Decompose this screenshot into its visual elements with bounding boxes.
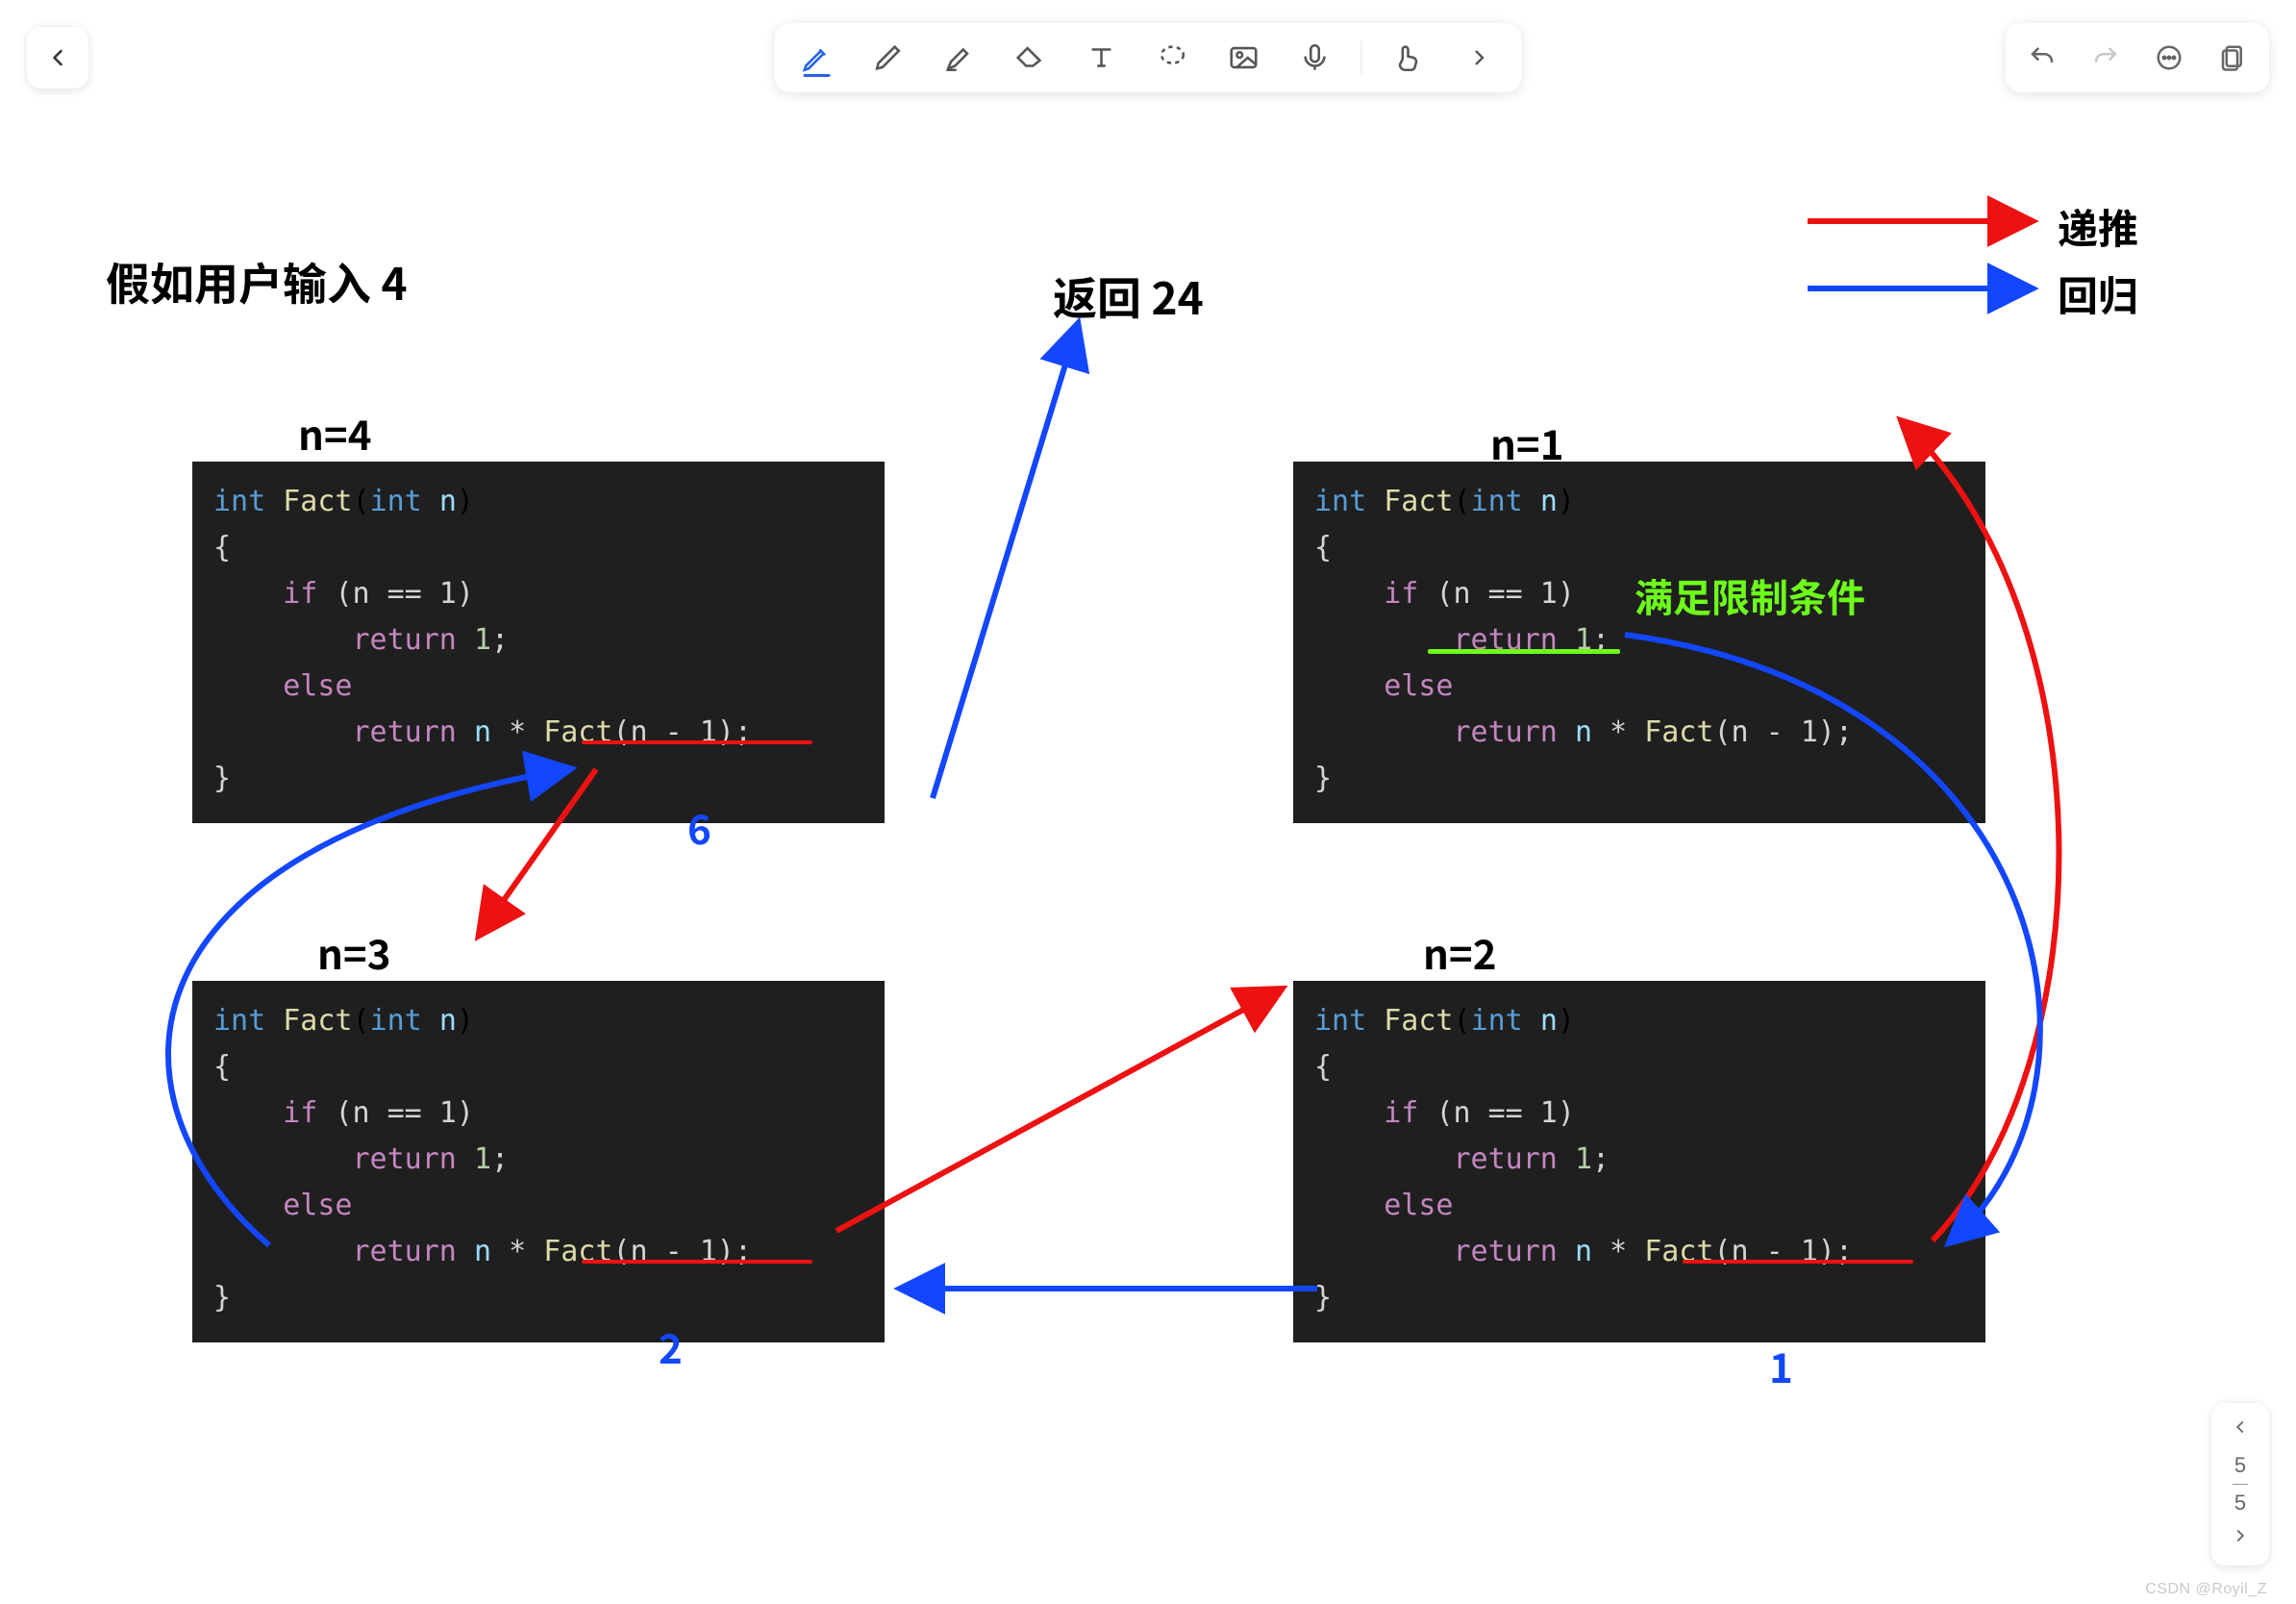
box-n3-title: n=3 [317, 923, 390, 982]
heading-text: 假如用户输入 4 [106, 250, 408, 313]
code-box-n1: int Fact(int n) { if (n == 1) return 1; … [1293, 462, 1985, 823]
code-box-n2: int Fact(int n) { if (n == 1) return 1; … [1293, 981, 1985, 1342]
result-label: 返回 24 [1053, 264, 1204, 328]
page-next[interactable] [2226, 1521, 2255, 1556]
canvas[interactable]: 假如用户输入 4 递推 回归 返回 24 n=4 int Fact(int n)… [0, 0, 2296, 1604]
code-box-n4: int Fact(int n) { if (n == 1) return 1; … [192, 462, 885, 823]
value-n2: 1 [1769, 1337, 1793, 1395]
underline-n1-green [1428, 649, 1620, 654]
page-separator [2233, 1484, 2248, 1485]
value-n4: 6 [687, 798, 711, 857]
value-n3: 2 [659, 1317, 683, 1376]
legend-blue-label: 回归 [2058, 264, 2138, 323]
green-note: 满足限制条件 [1635, 567, 1865, 623]
page-total: 5 [2234, 1491, 2246, 1516]
box-n4-title: n=4 [298, 404, 371, 463]
watermark: CSDN @Royil_Z [2145, 1581, 2267, 1598]
box-n2-title: n=2 [1423, 923, 1496, 982]
page-nav: 5 5 [2211, 1403, 2269, 1566]
code-box-n3: int Fact(int n) { if (n == 1) return 1; … [192, 981, 885, 1342]
underline-n2 [1683, 1260, 1913, 1264]
page-prev[interactable] [2226, 1413, 2255, 1447]
underline-n4 [582, 740, 812, 744]
flow-arrows [0, 0, 288, 144]
underline-n3 [582, 1260, 812, 1264]
legend-arrows [0, 0, 288, 144]
chevron-left-icon [2230, 1416, 2251, 1438]
legend-red-label: 递推 [2058, 197, 2138, 256]
page-current: 5 [2234, 1453, 2246, 1478]
chevron-right-icon [2230, 1525, 2251, 1546]
